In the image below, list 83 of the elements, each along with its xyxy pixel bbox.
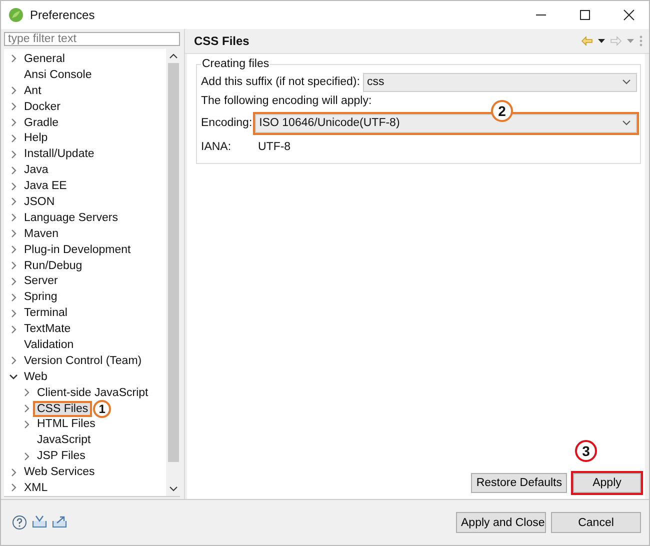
tree-item[interactable]: XML	[22, 482, 50, 494]
field-label: IANA:	[201, 141, 232, 153]
dialog-button[interactable]: Apply and Close	[456, 512, 546, 533]
field-label: Add this suffix (if not specified):	[201, 76, 360, 88]
group-title: Creating files	[201, 58, 270, 70]
tree-item[interactable]: Java	[22, 164, 50, 176]
tree-item[interactable]: Validation	[22, 338, 76, 351]
tree-item[interactable]: JavaScript	[35, 434, 93, 446]
chevron-right-icon[interactable]	[9, 118, 18, 127]
tree-item[interactable]: JSON	[22, 196, 57, 208]
tree-item[interactable]: Run/Debug	[22, 260, 84, 272]
field-label: Encoding:	[201, 117, 252, 129]
tree-item[interactable]: Ant	[22, 84, 44, 97]
chevron-right-icon[interactable]	[9, 229, 18, 238]
import-icon[interactable]	[32, 515, 47, 528]
tree-item[interactable]: HTML Files	[35, 418, 98, 430]
scroll-down-icon[interactable]	[168, 486, 178, 492]
tree-item[interactable]: Spring	[22, 291, 60, 304]
close-icon[interactable]	[623, 9, 635, 21]
tree-item[interactable]: Ansi Console	[22, 68, 94, 81]
chevron-down-icon	[622, 120, 631, 126]
export-icon[interactable]	[52, 515, 67, 528]
chevron-right-icon[interactable]	[9, 86, 18, 96]
page-button[interactable]: Restore Defaults	[471, 473, 567, 493]
tree-item[interactable]: Server	[22, 275, 60, 288]
chevron-right-icon[interactable]	[9, 308, 18, 318]
chevron-right-icon[interactable]	[9, 54, 18, 64]
tree-item[interactable]: Language Servers	[22, 212, 120, 224]
chevron-right-icon[interactable]	[9, 245, 18, 254]
tree-item[interactable]: Install/Update	[22, 148, 96, 160]
tree-item[interactable]: JSP Files	[35, 450, 88, 462]
chevron-right-icon[interactable]	[9, 292, 18, 302]
chevron-right-icon[interactable]	[9, 166, 18, 175]
maximize-icon[interactable]	[579, 9, 591, 21]
app-logo-icon	[8, 7, 24, 23]
chevron-down-icon	[622, 79, 631, 85]
chevron-right-icon[interactable]	[22, 452, 31, 461]
chevron-right-icon[interactable]	[22, 388, 31, 398]
tree-item[interactable]: General	[22, 52, 67, 65]
tree-item[interactable]: TextMate	[22, 323, 73, 336]
tree-item[interactable]: CSS Files	[35, 402, 90, 415]
tree-item[interactable]: Terminal	[22, 307, 70, 320]
note-text: The following encoding will apply:	[201, 95, 372, 107]
dropdown-icon[interactable]	[598, 38, 605, 44]
suffix-combo[interactable]: css	[362, 72, 637, 92]
callout-number: 1	[93, 400, 112, 418]
tree-item[interactable]: Web	[22, 370, 50, 383]
chevron-right-icon[interactable]	[22, 420, 31, 429]
tree-item[interactable]: Version Control (Team)	[22, 354, 144, 367]
chevron-right-icon[interactable]	[9, 468, 18, 477]
chevron-down-icon[interactable]	[9, 372, 18, 382]
help-icon[interactable]	[12, 515, 27, 530]
callout-number: 3	[575, 440, 597, 462]
tree-item[interactable]: Plug-in Development	[22, 244, 133, 256]
field-value: UTF-8	[258, 141, 291, 153]
tree-item[interactable]: Client-side JavaScript	[35, 386, 150, 399]
tree-item[interactable]: Gradle	[22, 116, 61, 128]
tree-item[interactable]: Java EE	[22, 180, 69, 192]
chevron-right-icon[interactable]	[9, 182, 18, 191]
back-arrow-icon[interactable]	[581, 36, 593, 46]
tree-item[interactable]: Maven	[22, 228, 61, 240]
chevron-right-icon[interactable]	[9, 213, 18, 222]
chevron-right-icon[interactable]	[9, 102, 18, 112]
chevron-right-icon[interactable]	[9, 276, 18, 286]
chevron-right-icon[interactable]	[9, 356, 18, 366]
scrollbar[interactable]	[166, 49, 180, 496]
chevron-right-icon[interactable]	[9, 261, 18, 270]
filter-field[interactable]: type filter text	[4, 32, 180, 46]
chevron-right-icon[interactable]	[9, 150, 18, 159]
scroll-up-icon[interactable]	[168, 53, 178, 59]
chevron-right-icon[interactable]	[9, 197, 18, 206]
chevron-right-icon[interactable]	[9, 324, 18, 334]
tree-item[interactable]: Help	[22, 132, 50, 144]
dialog-button[interactable]: Cancel	[551, 512, 641, 533]
chevron-right-icon[interactable]	[9, 134, 18, 143]
callout-number: 2	[491, 100, 513, 122]
tree-item[interactable]: Docker	[22, 100, 62, 113]
window-title: Preferences	[30, 8, 95, 22]
chevron-right-icon[interactable]	[9, 483, 18, 492]
chevron-right-icon[interactable]	[22, 404, 31, 414]
tree-item[interactable]: Web Services	[22, 466, 97, 478]
page-title: CSS Files	[194, 34, 250, 48]
page-button[interactable]: Apply	[573, 473, 641, 493]
